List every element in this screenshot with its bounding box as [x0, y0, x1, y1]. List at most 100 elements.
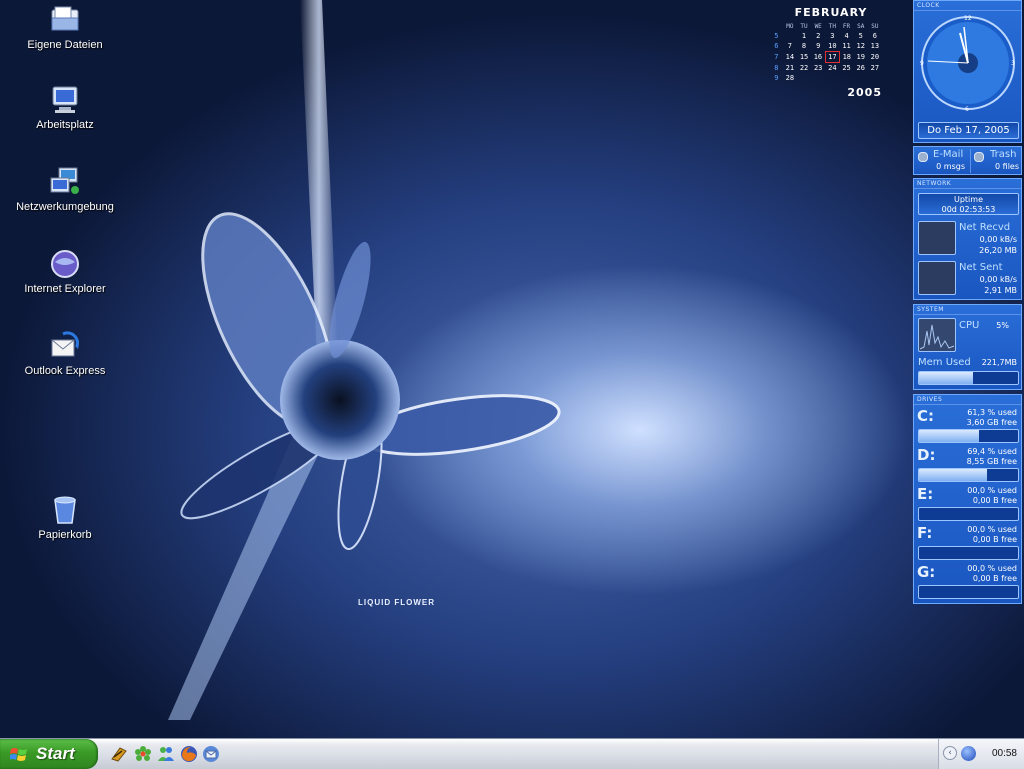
calendar-day[interactable]: 12	[854, 41, 868, 52]
drive-letter: E:	[917, 485, 934, 503]
drive-free: 8,55 GB free	[966, 457, 1017, 466]
network-icon	[49, 166, 81, 198]
calendar-day[interactable]: 22	[797, 63, 811, 74]
calendar-day[interactable]: 15	[797, 52, 811, 63]
drive-usage-fill	[919, 469, 988, 481]
net-recv-rate: 0,00 kB/s	[979, 235, 1017, 244]
calendar-day[interactable]: 28	[783, 73, 797, 83]
clock-dial-12: 12	[964, 15, 972, 22]
network-panel: NETWORK Uptime 00d 02:53:53 Net Recvd 0,…	[913, 178, 1022, 300]
drive-used: 61,3 % used	[967, 408, 1017, 417]
firefox-icon[interactable]	[180, 745, 198, 763]
net-sent-total: 2,91 MB	[984, 286, 1017, 295]
calendar-day[interactable]: 21	[783, 63, 797, 74]
calendar-day[interactable]: 13	[868, 41, 882, 52]
winamp-icon[interactable]	[110, 745, 128, 763]
calendar-week-row: 8 21 22 23 24 25 26 27	[770, 63, 882, 74]
desktop-icon-label: Internet Explorer	[24, 283, 106, 295]
calendar-day[interactable]	[797, 73, 811, 83]
trash-status-icon	[974, 152, 984, 162]
calendar-day[interactable]	[783, 31, 797, 41]
calendar-grid: MO TU WE TH FR SA SU 5 1 2 3 4 5 6 6 7 8 9 10 11 12 13 7 14 15 1…	[770, 22, 882, 83]
calendar-day[interactable]: 11	[839, 41, 853, 52]
desktop-icon-label: Eigene Dateien	[27, 39, 103, 51]
clock-dial-3: 3	[1011, 60, 1015, 67]
network-globe-icon[interactable]	[961, 746, 976, 761]
calendar-day[interactable]	[811, 73, 825, 83]
drive-used: 00,0 % used	[967, 486, 1017, 495]
clock-panel: CLOCK 12 3 6 9 Do Feb 17, 2005	[913, 0, 1022, 143]
drive-usage-fill	[919, 430, 980, 442]
net-recv-graph	[918, 221, 956, 255]
calendar-week-row: 6 7 8 9 10 11 12 13	[770, 41, 882, 52]
calendar-day[interactable]: 9	[811, 41, 825, 52]
calendar-day[interactable]	[825, 73, 839, 83]
email-status-icon	[918, 152, 928, 162]
calendar-day[interactable]	[839, 73, 853, 83]
desktop-icon-recycle-bin[interactable]: Papierkorb	[15, 494, 115, 541]
calendar-week-row: 5123456	[770, 31, 882, 41]
panel-title: NETWORK	[914, 179, 1021, 189]
desktop-icon-my-documents[interactable]: Eigene Dateien	[15, 4, 115, 51]
calendar-day[interactable]: 3	[825, 31, 839, 41]
calendar-day[interactable]	[868, 73, 882, 83]
calendar-day[interactable]: 23	[811, 63, 825, 74]
calendar-day[interactable]: 4	[839, 31, 853, 41]
tray-collapse-chevron-icon[interactable]: ‹	[943, 746, 957, 760]
drives-panel: DRIVES C: 61,3 % used 3,60 GB free D: 69,4 %…	[913, 394, 1022, 604]
calendar-day[interactable]: 10	[825, 41, 839, 52]
wallpaper-art	[168, 0, 561, 720]
uptime-field: Uptime 00d 02:53:53	[918, 193, 1019, 215]
desktop-icon-my-computer[interactable]: Arbeitsplatz	[15, 84, 115, 131]
icq-icon[interactable]	[134, 745, 152, 763]
calendar-year: 2005	[847, 86, 882, 99]
messenger-icon[interactable]	[157, 745, 175, 763]
drive-free: 0,00 B free	[972, 535, 1017, 544]
drive-info: 00,0 % used 0,00 B free	[967, 486, 1017, 506]
start-button[interactable]: Start	[0, 739, 98, 769]
mem-label: Mem Used	[918, 357, 971, 368]
calendar-week-number: 7	[774, 53, 779, 61]
trash-widget[interactable]: Trash 0 files	[970, 149, 1021, 173]
calendar-day[interactable]: 27	[868, 63, 882, 74]
calendar-week-row: 9 28	[770, 73, 882, 83]
drive-usage-bar	[918, 507, 1019, 521]
calendar-day[interactable]: 25	[839, 63, 853, 74]
desktop-icon-outlook-express[interactable]: Outlook Express	[15, 330, 115, 377]
calendar-day[interactable]: 18	[839, 52, 853, 63]
calendar-day[interactable]: 2	[811, 31, 825, 41]
calendar-week-row: 7 14 15 16 17 18 19 20	[770, 51, 882, 63]
desktop-icon-network[interactable]: Netzwerkumgebung	[15, 166, 115, 213]
calendar-day[interactable]: 6	[868, 31, 882, 41]
calendar-weekday: SA	[857, 23, 865, 30]
drive-free: 0,00 B free	[972, 574, 1017, 583]
drive-used: 00,0 % used	[967, 564, 1017, 573]
thunderbird-icon[interactable]	[202, 745, 220, 763]
drive-letter: G:	[917, 563, 936, 581]
calendar-day[interactable]: 1	[797, 31, 811, 41]
calendar-week-number: 9	[774, 74, 779, 82]
calendar-day[interactable]: 20	[868, 52, 882, 63]
cpu-value: 5%	[996, 321, 1009, 330]
drive-info: 00,0 % used 0,00 B free	[967, 525, 1017, 545]
calendar-day-today[interactable]: 17	[824, 51, 840, 63]
drive-letter: C:	[917, 407, 935, 425]
email-widget[interactable]: E-Mail 0 msgs	[917, 149, 967, 173]
calendar-day[interactable]: 24	[825, 63, 839, 74]
calendar-week-number: 8	[774, 63, 779, 72]
taskbar-clock[interactable]: 00:58	[992, 748, 1017, 759]
calendar-weekday: TH	[828, 23, 836, 30]
calendar-day[interactable]: 16	[811, 52, 825, 63]
computer-icon	[49, 84, 81, 116]
calendar-day[interactable]	[854, 73, 868, 83]
globe-icon	[49, 248, 81, 280]
mem-value: 221,7MB	[981, 358, 1017, 367]
calendar-day[interactable]: 8	[797, 41, 811, 52]
calendar-day[interactable]: 26	[854, 63, 868, 74]
wallpaper-brand: LIQUID FLOWER	[358, 598, 435, 607]
calendar-day[interactable]: 5	[854, 31, 868, 41]
desktop-icon-internet-explorer[interactable]: Internet Explorer	[15, 248, 115, 295]
calendar-day[interactable]: 7	[783, 41, 797, 52]
calendar-day[interactable]: 14	[783, 52, 797, 63]
calendar-day[interactable]: 19	[854, 52, 868, 63]
